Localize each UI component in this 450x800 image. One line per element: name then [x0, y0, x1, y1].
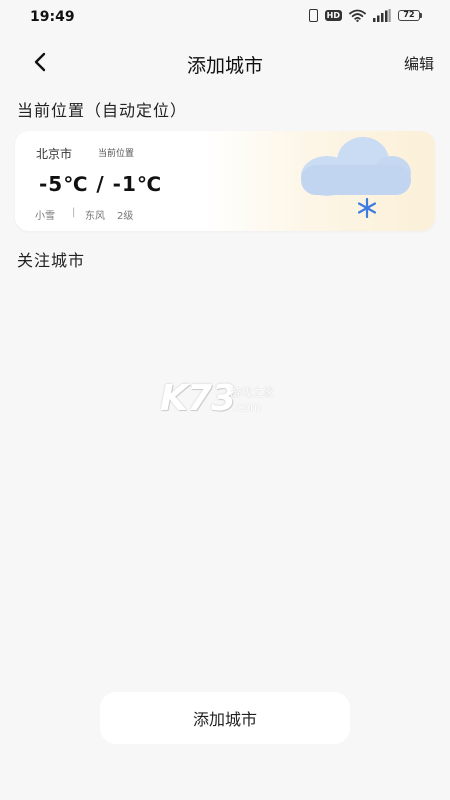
city-name: 北京市 [36, 147, 73, 161]
page-title: 添加城市 [186, 55, 263, 77]
hd-icon: HD [324, 10, 342, 21]
snow-cloud-icon [301, 137, 411, 219]
vibrate-icon [308, 9, 318, 22]
temperature-range: -5℃ / -1℃ [39, 172, 163, 196]
status-time: 19:49 [30, 9, 75, 25]
watermark-logo: K73 游戏之家 .com [160, 378, 300, 423]
battery-level: 72 [398, 10, 420, 21]
watermark-cn: 游戏之家 [230, 386, 274, 399]
info-separator: | [72, 207, 76, 218]
status-bar: 19:49 HD 72 [0, 0, 450, 34]
wind-level: 2级 [117, 211, 134, 222]
watermark-brand: K73 [160, 378, 236, 419]
current-location-card[interactable]: 北京市 当前位置 -5℃ / -1℃ 小雪 | 东风 2级 [15, 131, 435, 231]
weather-condition: 小雪 [35, 211, 55, 222]
signal-icon [373, 9, 391, 22]
add-city-button[interactable]: 添加城市 [100, 692, 350, 744]
watermark-domain: .com [232, 400, 262, 414]
current-location-tag: 当前位置 [98, 149, 135, 159]
wind-direction: 东风 [85, 211, 105, 222]
section-title-current-location: 当前位置（自动定位） [17, 101, 188, 120]
edit-button[interactable]: 编辑 [404, 53, 434, 74]
header: 添加城市 编辑 [0, 36, 450, 88]
status-icons: HD 72 [308, 9, 422, 22]
wifi-icon [349, 9, 366, 22]
section-title-followed-cities: 关注城市 [17, 251, 86, 270]
snowflake-icon [357, 197, 377, 219]
battery-icon: 72 [398, 10, 422, 21]
